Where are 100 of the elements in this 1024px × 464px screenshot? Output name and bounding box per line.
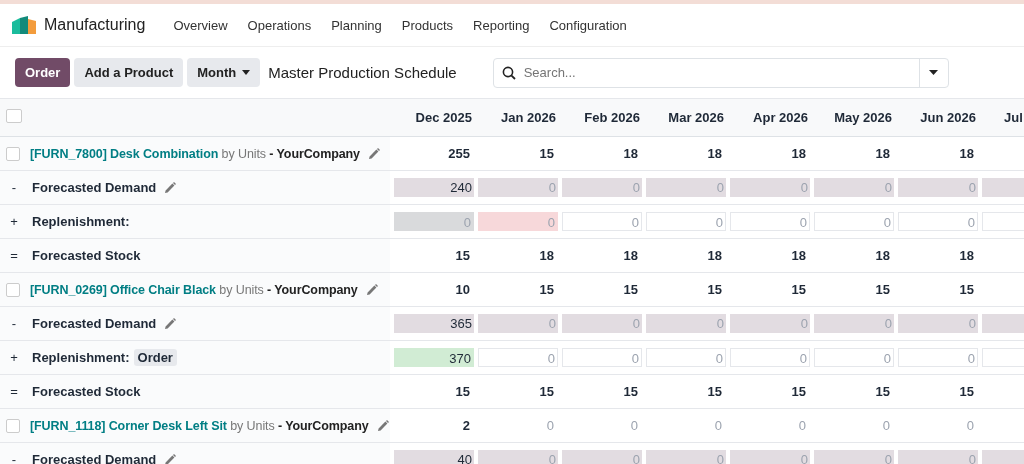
demand-input[interactable]: 0	[562, 450, 642, 464]
row-checkbox[interactable]	[6, 282, 20, 297]
replenishment-input[interactable]: 0	[730, 212, 810, 231]
stock-value: 15	[539, 384, 554, 399]
quantity-value: 0	[798, 418, 806, 433]
order-tag[interactable]: Order	[133, 349, 177, 366]
replenishment-input[interactable]: 0	[646, 348, 726, 367]
stock-value: 18	[707, 248, 722, 263]
pencil-icon[interactable]	[164, 317, 177, 330]
demand-input[interactable]: 0	[730, 314, 810, 333]
menu-item[interactable]: Reporting	[463, 17, 540, 33]
demand-input[interactable]: 240	[394, 178, 474, 197]
demand-input[interactable]: 0	[646, 178, 726, 197]
menu-item[interactable]: Products	[391, 17, 464, 33]
month-header: Feb 2026	[584, 110, 641, 125]
demand-input[interactable]: 0	[478, 178, 558, 197]
demand-input[interactable]: 0	[814, 450, 894, 464]
app-logo[interactable]	[12, 16, 36, 34]
select-all-checkbox[interactable]	[6, 109, 22, 123]
quantity-value: 0	[546, 418, 554, 433]
demand-input[interactable]: 0	[646, 314, 726, 333]
row-label: Forecasted Stock	[32, 384, 141, 399]
app-name[interactable]: Manufacturing	[44, 16, 146, 34]
stock-value: 18	[875, 248, 890, 263]
pencil-icon[interactable]	[376, 419, 389, 432]
quantity-value: 15	[539, 146, 554, 161]
menu-item[interactable]: Operations	[237, 17, 322, 33]
replenishment-input[interactable]: 0	[898, 348, 978, 367]
demand-input[interactable]: 0	[730, 450, 810, 464]
row-label: Replenishment:	[32, 350, 130, 365]
pencil-icon[interactable]	[164, 453, 177, 464]
pencil-icon[interactable]	[164, 181, 177, 194]
demand-input[interactable]: 0	[814, 178, 894, 197]
row-label: Forecasted Stock	[32, 248, 141, 263]
quantity-value: 15	[959, 282, 974, 297]
pencil-icon[interactable]	[367, 147, 380, 160]
page-title: Master Production Schedule	[268, 64, 457, 81]
stock-value: 15	[455, 384, 470, 399]
stock-value: 15	[959, 384, 974, 399]
replenishment-input[interactable]: 0	[814, 348, 894, 367]
stock-value: 15	[791, 384, 806, 399]
demand-input[interactable]: 0	[898, 314, 978, 333]
quantity-value: 15	[707, 282, 722, 297]
pencil-icon[interactable]	[365, 283, 378, 296]
stock-value: 18	[959, 248, 974, 263]
replenishment-input[interactable]: 0	[562, 348, 642, 367]
search-bar[interactable]: Search...	[492, 57, 949, 88]
quantity-value: 0	[630, 418, 638, 433]
operator-sign: -	[10, 452, 18, 464]
order-button[interactable]: Order	[15, 58, 71, 87]
menu-item[interactable]: Planning	[321, 17, 392, 33]
demand-input[interactable]: 0	[562, 314, 642, 333]
quantity-value: 0	[882, 418, 890, 433]
quantity-value: 18	[623, 146, 638, 161]
demand-input[interactable]: 40	[394, 450, 474, 464]
month-header: Jun 2026	[920, 110, 977, 125]
row-label: Forecasted Demand	[32, 452, 157, 464]
add-product-button[interactable]: Add a Product	[74, 58, 184, 87]
demand-input[interactable]: 0	[646, 450, 726, 464]
replenishment-input[interactable]: 0	[478, 348, 558, 367]
operator-sign: -	[10, 180, 18, 195]
row-label: Replenishment:	[32, 214, 130, 229]
operator-sign: =	[9, 248, 19, 263]
replenishment-input[interactable]: 0	[394, 212, 474, 231]
replenishment-input[interactable]: 0	[646, 212, 726, 231]
caret-icon	[242, 70, 251, 75]
month-header: May 2026	[834, 110, 893, 125]
demand-input[interactable]: 0	[478, 450, 558, 464]
replenishment-input[interactable]: 0	[562, 212, 642, 231]
replenishment-input[interactable]: 0	[814, 212, 894, 231]
caret-icon	[929, 70, 939, 75]
operator-sign: =	[9, 384, 19, 399]
search-field[interactable]: Search...	[523, 60, 919, 85]
demand-input[interactable]: 0	[562, 178, 642, 197]
quantity-value: 255	[448, 146, 470, 161]
row-label: Forecasted Demand	[32, 316, 157, 331]
replenishment-input[interactable]: 370	[394, 348, 474, 367]
stock-value: 15	[707, 384, 722, 399]
replenishment-input[interactable]: 0	[478, 212, 558, 231]
row-checkbox[interactable]	[6, 418, 20, 433]
search-icon	[501, 65, 516, 80]
demand-input[interactable]: 0	[898, 450, 978, 464]
demand-input[interactable]: 365	[394, 314, 474, 333]
quantity-value: 0	[714, 418, 722, 433]
quantity-value: 0	[966, 418, 974, 433]
demand-input[interactable]: 0	[730, 178, 810, 197]
quantity-value: 10	[455, 282, 470, 297]
stock-value: 15	[623, 384, 638, 399]
replenishment-input[interactable]: 0	[730, 348, 810, 367]
demand-input[interactable]: 0	[814, 314, 894, 333]
replenishment-input[interactable]: 0	[898, 212, 978, 231]
period-dropdown[interactable]: Month	[187, 58, 261, 87]
stock-value: 15	[875, 384, 890, 399]
menu-item[interactable]: Configuration	[539, 17, 637, 33]
menu-item[interactable]: Overview	[163, 17, 238, 33]
row-checkbox[interactable]	[6, 146, 20, 161]
operator-sign: +	[9, 214, 19, 229]
demand-input[interactable]: 0	[478, 314, 558, 333]
demand-input[interactable]: 0	[898, 178, 978, 197]
stock-value: 18	[539, 248, 554, 263]
